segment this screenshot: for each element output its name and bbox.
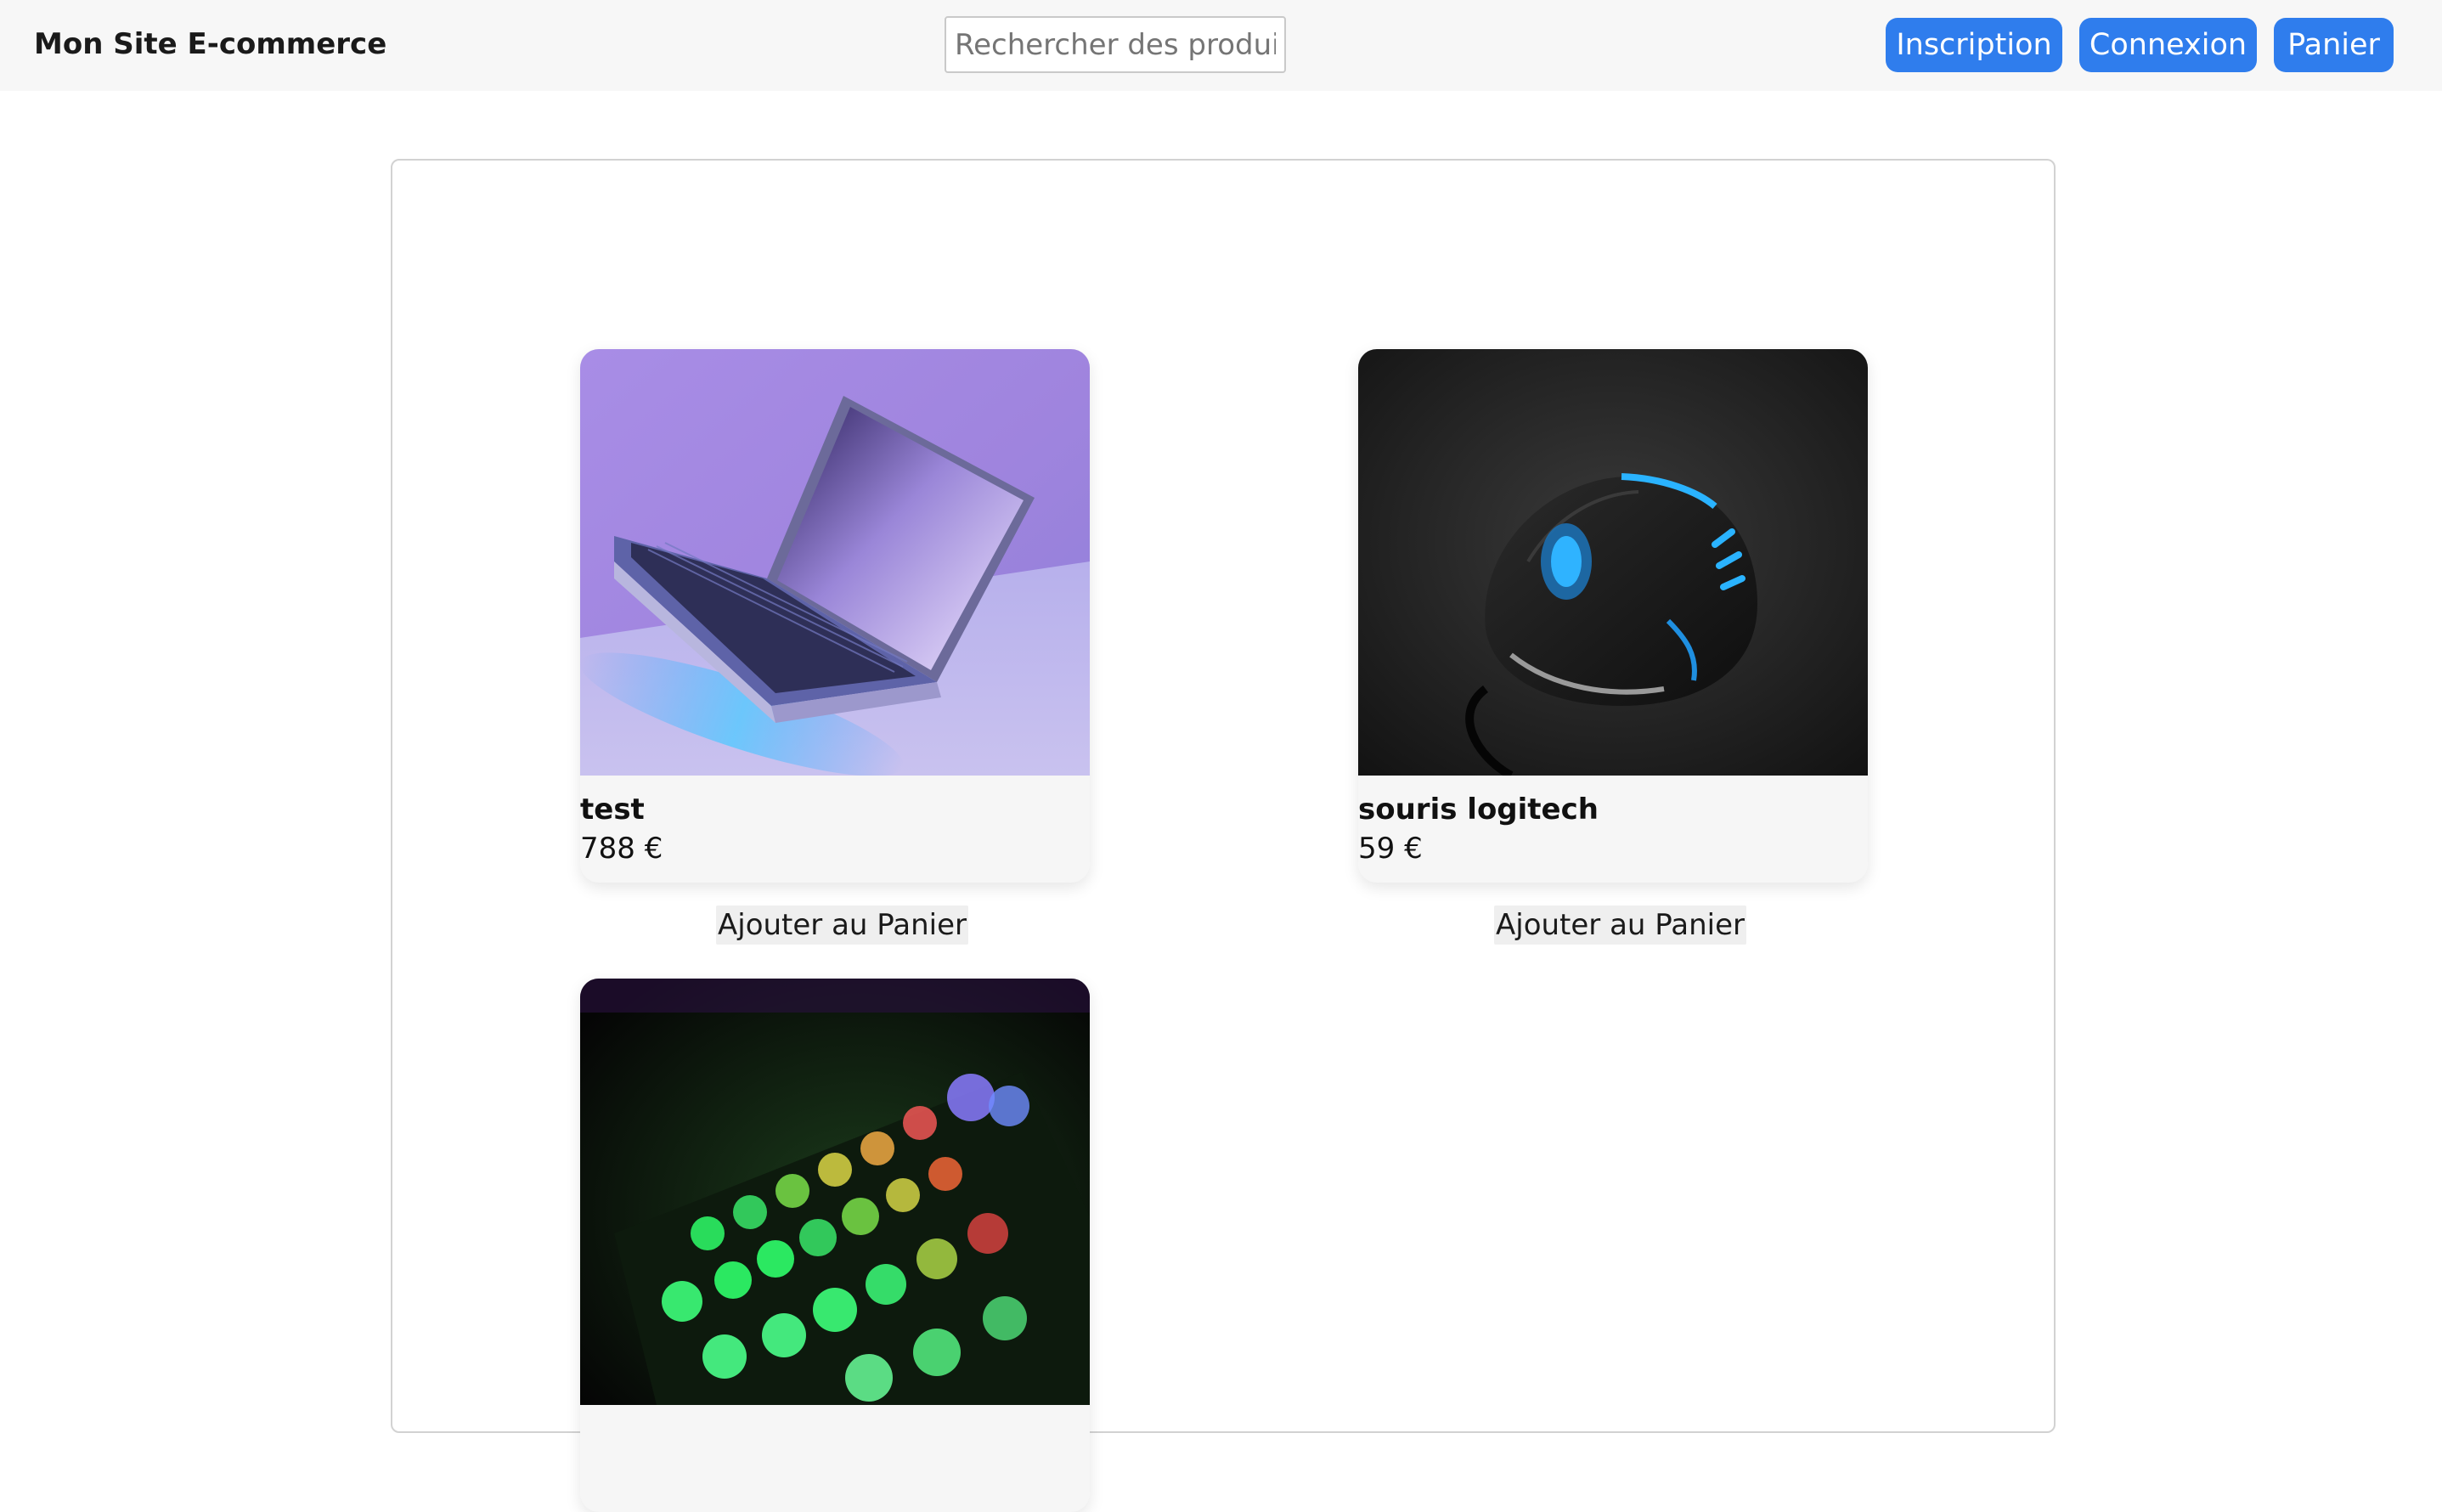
connexion-button[interactable]: Connexion bbox=[2079, 18, 2257, 72]
product-card[interactable] bbox=[580, 979, 1090, 1512]
product-price: 59 € bbox=[1358, 832, 1423, 866]
site-brand[interactable]: Mon Site E-commerce bbox=[34, 27, 386, 61]
laptop-image[interactable] bbox=[580, 349, 1090, 776]
product-card[interactable]: souris logitech 59 € bbox=[1358, 349, 1868, 883]
product-price: 788 € bbox=[580, 832, 663, 866]
search-input[interactable] bbox=[945, 16, 1286, 73]
panier-button[interactable]: Panier bbox=[2274, 18, 2394, 72]
inscription-button[interactable]: Inscription bbox=[1886, 18, 2062, 72]
keyboard-image[interactable] bbox=[580, 979, 1090, 1405]
product-name: test bbox=[580, 793, 645, 827]
products-panel: test 788 € Ajouter au Panier souris logi… bbox=[391, 159, 2056, 1512]
product-card[interactable]: test 788 € bbox=[580, 349, 1090, 883]
top-navbar: Mon Site E-commerce Inscription Connexio… bbox=[0, 0, 2442, 91]
add-to-cart-button[interactable]: Ajouter au Panier bbox=[1494, 906, 1746, 945]
mouse-image[interactable] bbox=[1358, 349, 1868, 776]
product-name: souris logitech bbox=[1358, 793, 1599, 827]
add-to-cart-button[interactable]: Ajouter au Panier bbox=[716, 906, 968, 945]
